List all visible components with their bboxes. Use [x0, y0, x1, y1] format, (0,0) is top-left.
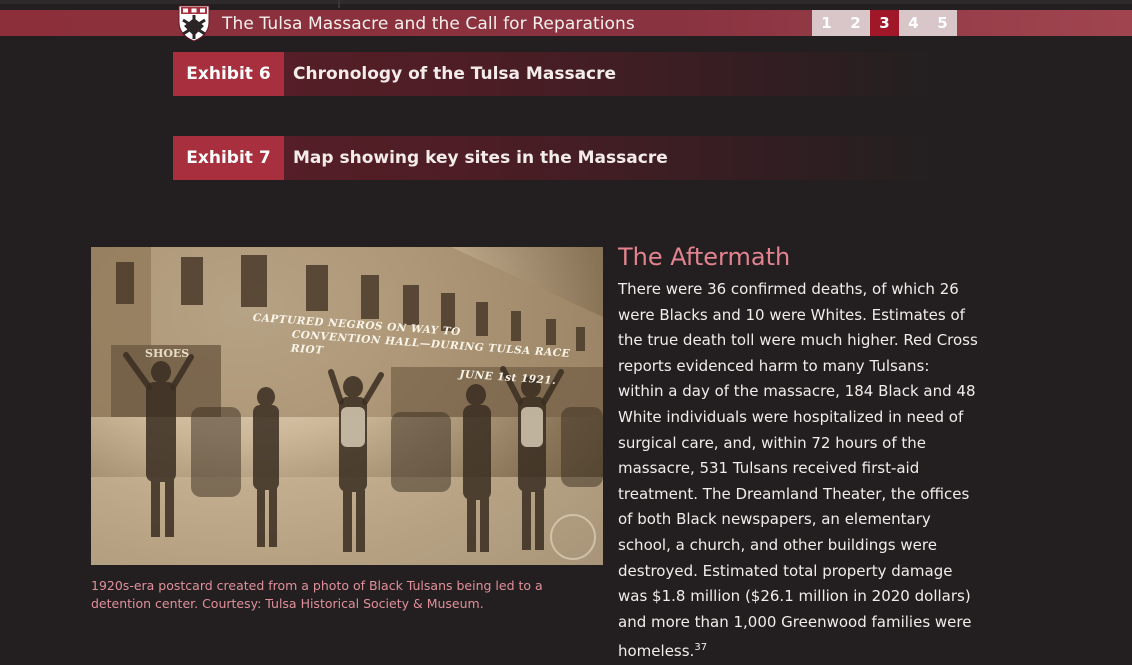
- article-body: There were 36 confirmed deaths, of which…: [618, 277, 978, 665]
- article-paragraph: There were 36 confirmed deaths, of which…: [618, 280, 978, 661]
- site-title: The Tulsa Massacre and the Call for Repa…: [222, 14, 635, 34]
- section-heading: The Aftermath: [618, 243, 791, 271]
- page-button-4[interactable]: 4: [899, 10, 928, 36]
- exhibit-tag: Exhibit 6: [173, 52, 284, 96]
- page-button-3[interactable]: 3: [870, 10, 899, 36]
- exhibit-title: Chronology of the Tulsa Massacre: [293, 64, 617, 84]
- historical-postcard-photo: CAPTURED NEGROS ON WAY TO CONVENTION HAL…: [91, 247, 603, 565]
- header-bar: The Tulsa Massacre and the Call for Repa…: [0, 10, 1132, 36]
- store-sign: SHOES: [145, 347, 190, 360]
- exhibit-tag: Exhibit 7: [173, 136, 284, 180]
- page-button-2[interactable]: 2: [841, 10, 870, 36]
- exhibit-7-link[interactable]: Exhibit 7 Map showing key sites in the M…: [173, 136, 933, 180]
- exhibit-6-link[interactable]: Exhibit 6 Chronology of the Tulsa Massac…: [173, 52, 933, 96]
- exhibit-title: Map showing key sites in the Massacre: [293, 148, 668, 168]
- page-button-5[interactable]: 5: [928, 10, 957, 36]
- footnote-ref[interactable]: 37: [694, 642, 707, 653]
- page-navigation: 1 2 3 4 5: [812, 10, 957, 36]
- photo-caption: 1920s-era postcard created from a photo …: [91, 578, 543, 611]
- harvard-shield-icon: [178, 5, 210, 42]
- page-button-1[interactable]: 1: [812, 10, 841, 36]
- top-edge: [0, 0, 1132, 8]
